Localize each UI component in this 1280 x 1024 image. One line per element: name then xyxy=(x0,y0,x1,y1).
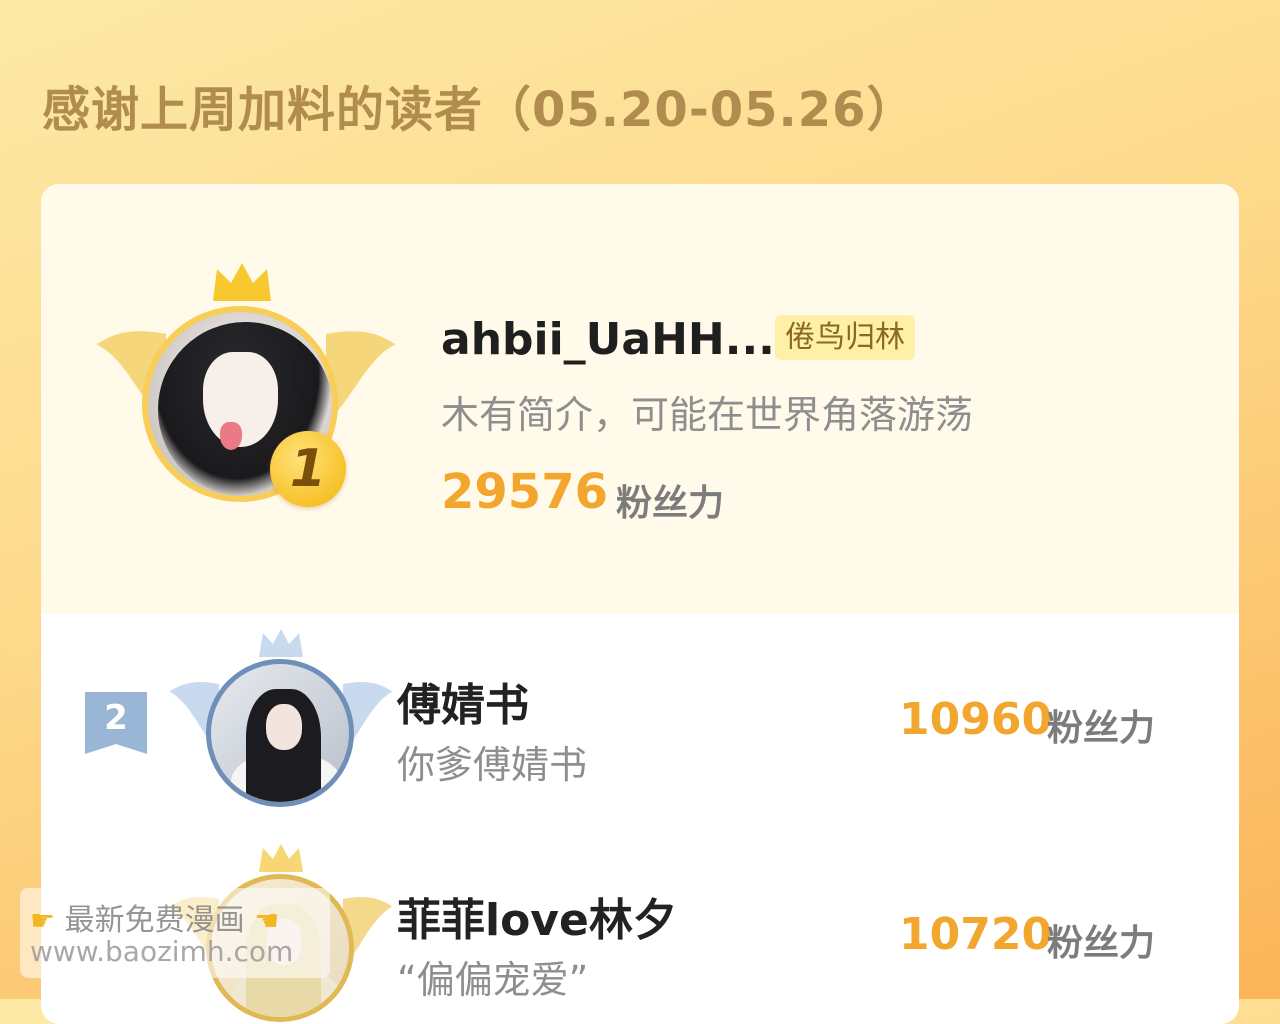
page-title: 感谢上周加料的读者（05.20-05.26） xyxy=(42,82,916,138)
fan-power-unit: 粉丝力 xyxy=(1047,923,1156,964)
reader-name[interactable]: 菲菲love林夕 xyxy=(397,884,677,948)
watermark-url: www.baozimh.com xyxy=(30,935,294,968)
reader-bio: 木有简介，可能在世界角落游荡 xyxy=(441,393,974,437)
reader-title-badge: 倦鸟归林 xyxy=(775,315,915,360)
reader-name[interactable]: ahbii_UaHH... xyxy=(441,314,775,365)
fan-power-score: 10720 xyxy=(899,909,1053,960)
watermark-text: ☛ 最新免费漫画 ☚ xyxy=(30,903,280,938)
list-item[interactable]: 2 傅婧书 你爹傅婧书 10960 粉丝力 xyxy=(41,629,1239,839)
top-reader-section[interactable]: 1 ahbii_UaHH... 倦鸟归林 木有简介，可能在世界角落游荡 2957… xyxy=(41,184,1239,614)
reader-bio: 你爹傅婧书 xyxy=(397,743,588,787)
fan-power-score: 10960 xyxy=(899,694,1053,745)
pointing-hand-icon: ☛ xyxy=(30,904,56,937)
fan-power-unit: 粉丝力 xyxy=(616,483,725,524)
rank-badge: 1 xyxy=(270,431,346,507)
pointing-hand-icon: ☚ xyxy=(254,904,280,937)
rank-flag: 2 xyxy=(85,692,147,754)
crown-icon xyxy=(213,263,271,301)
reader-bio: “偏偏宠爱” xyxy=(397,958,589,1002)
fan-power-unit: 粉丝力 xyxy=(1047,708,1156,749)
reader-name[interactable]: 傅婧书 xyxy=(397,669,529,733)
avatar[interactable] xyxy=(206,659,354,807)
fan-power-score: 29576 xyxy=(441,464,608,520)
